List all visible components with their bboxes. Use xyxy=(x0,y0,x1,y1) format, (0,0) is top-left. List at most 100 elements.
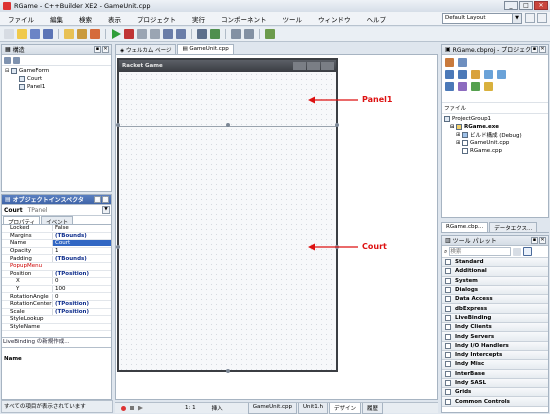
palette-category[interactable]: Additional xyxy=(442,267,548,277)
toggle-form-unit-icon[interactable] xyxy=(197,29,207,39)
record-macro-icon[interactable] xyxy=(121,405,126,411)
categories-icon[interactable] xyxy=(513,247,522,256)
arrow-up-icon[interactable] xyxy=(4,57,11,64)
view-form-icon[interactable] xyxy=(210,29,220,39)
save-icon[interactable] xyxy=(30,29,40,39)
property-row[interactable]: PopupMenu xyxy=(2,263,111,271)
property-row[interactable]: Position (TPosition) xyxy=(2,270,111,279)
tab-properties[interactable]: プロパティ xyxy=(3,216,41,226)
tree-item-court[interactable]: Court xyxy=(5,75,108,83)
stop-icon[interactable] xyxy=(150,29,160,39)
tab-design[interactable]: デザイン xyxy=(328,402,361,414)
selection-handle[interactable] xyxy=(226,369,230,373)
expand-icon[interactable] xyxy=(484,70,493,79)
tab-welcome-page[interactable]: ◈ ウェルカム ページ xyxy=(115,44,177,54)
play-macro-icon[interactable] xyxy=(138,405,143,411)
close-pane-icon[interactable]: ✕ xyxy=(102,196,109,203)
menu-edit[interactable]: 編集 xyxy=(42,14,71,24)
tree-item-panel1[interactable]: Panel1 xyxy=(5,83,108,91)
property-value[interactable]: (TPosition) xyxy=(52,301,111,308)
sort-icon[interactable] xyxy=(458,82,467,91)
project-group[interactable]: ProjectGroup1 xyxy=(444,115,546,123)
menu-file[interactable]: ファイル xyxy=(0,14,42,24)
activate-icon[interactable] xyxy=(445,58,454,67)
menu-view[interactable]: 表示 xyxy=(100,14,129,24)
back-icon[interactable] xyxy=(231,29,241,39)
property-row[interactable]: StyleLookup xyxy=(2,316,111,324)
build-config[interactable]: ⊞ ビルド構成 (Debug) xyxy=(444,131,546,139)
palette-category[interactable]: Grids xyxy=(442,388,548,398)
property-value[interactable]: (TBounds) xyxy=(52,232,111,239)
options-icon[interactable] xyxy=(458,58,467,67)
pin-icon[interactable]: ▪ xyxy=(94,46,101,53)
property-row[interactable]: X0 xyxy=(2,278,111,286)
property-value[interactable]: (TPosition) xyxy=(52,308,111,315)
open-icon[interactable] xyxy=(17,29,27,39)
project-exe[interactable]: ⊟ RGame.exe xyxy=(444,123,546,131)
property-row[interactable]: Locked False xyxy=(2,225,111,233)
forward-icon[interactable] xyxy=(244,29,254,39)
property-row[interactable]: Name Court xyxy=(2,240,111,248)
selection-handle[interactable] xyxy=(116,245,120,249)
run-dropdown-icon[interactable] xyxy=(124,29,134,39)
build-icon[interactable] xyxy=(471,82,480,91)
property-value[interactable]: False xyxy=(52,225,111,232)
palette-category[interactable]: Indy Intercepts xyxy=(442,350,548,361)
minimize-button[interactable]: _ xyxy=(504,1,518,10)
pin-icon[interactable]: ▪ xyxy=(94,196,101,203)
step-into-icon[interactable] xyxy=(163,29,173,39)
property-row[interactable]: Scale (TPosition) xyxy=(2,308,111,317)
pause-icon[interactable] xyxy=(137,29,147,39)
property-value[interactable]: 1 xyxy=(52,248,111,255)
property-row[interactable]: RotationCenter (TPosition) xyxy=(2,301,111,309)
menu-run[interactable]: 実行 xyxy=(184,14,213,24)
tab-gameunit[interactable]: ▤ GameUnit.cpp xyxy=(177,44,234,54)
open-project-icon[interactable] xyxy=(64,29,74,39)
property-value[interactable]: Court xyxy=(52,240,111,247)
palette-category[interactable]: Dialogs xyxy=(442,285,548,296)
property-row[interactable]: RotationAngle 0 xyxy=(2,293,111,301)
settings-icon[interactable] xyxy=(484,82,493,91)
palette-category[interactable]: Indy Misc xyxy=(442,360,548,370)
menu-help[interactable]: ヘルプ xyxy=(359,14,395,24)
tab-project-manager[interactable]: RGame.cbp... xyxy=(441,222,489,232)
palette-category[interactable]: Indy I/O Handlers xyxy=(442,341,548,351)
menu-search[interactable]: 検索 xyxy=(71,14,100,24)
sync-icon[interactable] xyxy=(471,70,480,79)
add-file-icon[interactable] xyxy=(77,29,87,39)
tab-events[interactable]: イベント xyxy=(41,216,74,226)
palette-category[interactable]: Indy Clients xyxy=(442,323,548,333)
maximize-button[interactable]: □ xyxy=(519,1,533,10)
new-item-icon[interactable] xyxy=(445,70,454,79)
view-icon[interactable] xyxy=(445,82,454,91)
stop-macro-icon[interactable] xyxy=(130,406,134,410)
property-value[interactable]: 0 xyxy=(52,278,111,285)
menu-component[interactable]: コンポーネント xyxy=(213,14,275,24)
menu-project[interactable]: プロジェクト xyxy=(129,14,184,24)
component-icon[interactable] xyxy=(265,29,275,39)
menu-window[interactable]: ウィンドウ xyxy=(310,14,359,24)
tab-data-explorer[interactable]: データエクス... xyxy=(489,222,538,232)
close-button[interactable]: ✕ xyxy=(534,1,548,10)
file-rgame[interactable]: RGame.cpp xyxy=(444,147,546,155)
palette-category[interactable]: System xyxy=(442,276,548,286)
selection-handle[interactable] xyxy=(116,123,120,127)
set-debug-layout-button[interactable] xyxy=(537,13,547,23)
collapse-all-icon[interactable] xyxy=(497,70,506,79)
object-selector[interactable]: Court TPanel ▼ xyxy=(2,205,111,216)
palette-category[interactable]: dbExpress xyxy=(442,304,548,314)
property-row[interactable]: StyleName xyxy=(2,324,111,332)
palette-category[interactable]: Common Controls xyxy=(442,397,548,407)
save-all-icon[interactable] xyxy=(43,29,53,39)
property-row[interactable]: Padding (TBounds) xyxy=(2,255,111,263)
property-row[interactable]: Opacity 1 xyxy=(2,248,111,256)
palette-category[interactable]: LiveBinding xyxy=(442,313,548,324)
menu-tools[interactable]: ツール xyxy=(275,14,311,24)
property-value[interactable]: 0 xyxy=(52,293,111,300)
tab-history[interactable]: 履歴 xyxy=(361,402,383,414)
palette-search-input[interactable] xyxy=(449,247,512,256)
cursor-icon[interactable] xyxy=(523,247,533,256)
close-pane-icon[interactable]: ✕ xyxy=(539,237,546,244)
pin-icon[interactable]: ▪ xyxy=(531,237,538,244)
close-pane-icon[interactable]: ✕ xyxy=(539,46,546,53)
